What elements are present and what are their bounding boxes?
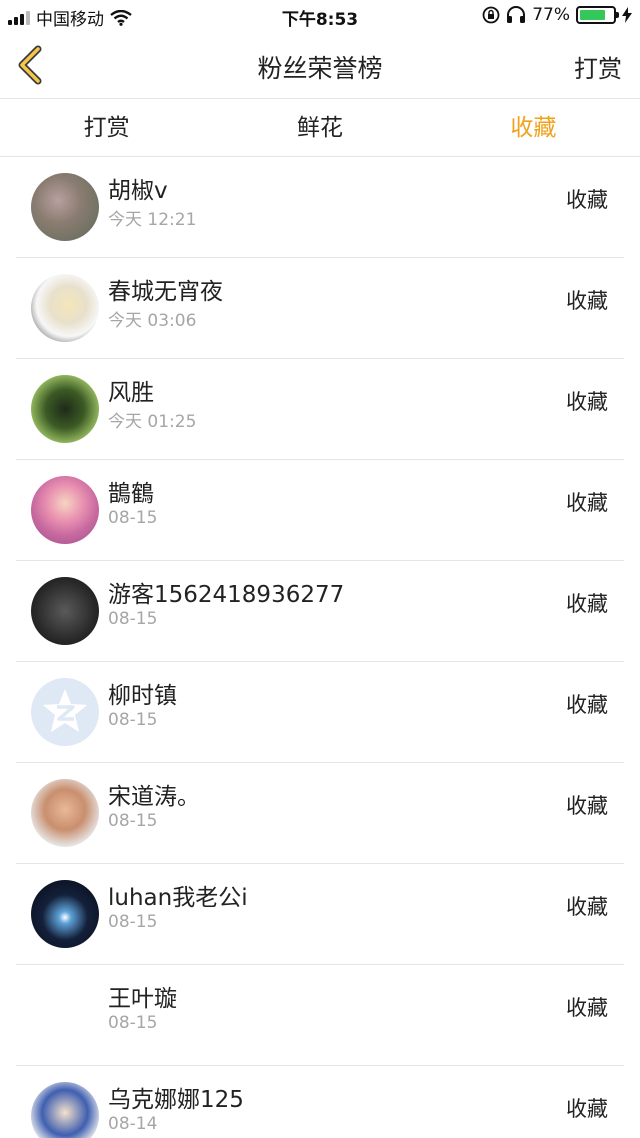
nav-bar: 粉丝荣誉榜 打赏 [0, 33, 640, 99]
timestamp: 今天 12:21 [108, 210, 197, 230]
favorite-label: 收藏 [566, 390, 608, 414]
battery-icon [576, 6, 619, 24]
list-item[interactable]: 柳时镇 08-15 收藏 [16, 662, 624, 763]
avatar[interactable] [31, 577, 99, 645]
list-item[interactable]: 游客1562418936277 08-15 收藏 [16, 561, 624, 662]
list-item[interactable]: 胡椒v 今天 12:21 收藏 [16, 157, 624, 258]
list-item[interactable]: 乌克娜娜125 08-14 收藏 [16, 1066, 624, 1138]
avatar[interactable] [31, 476, 99, 544]
favorite-label: 收藏 [566, 289, 608, 313]
avatar[interactable] [31, 1082, 99, 1138]
avatar[interactable] [31, 375, 99, 443]
user-name: luhan我老公i [108, 885, 248, 911]
list-item[interactable]: 王叶璇 08-15 收藏 [16, 965, 624, 1066]
timestamp: 08-15 [108, 811, 158, 831]
favorite-label: 收藏 [566, 1097, 608, 1121]
headphones-icon [507, 6, 526, 23]
user-name: 乌克娜娜125 [108, 1087, 244, 1113]
avatar[interactable] [31, 981, 99, 1049]
list-item[interactable]: 风胜 今天 01:25 收藏 [16, 359, 624, 460]
timestamp: 今天 03:06 [108, 311, 197, 331]
timestamp: 今天 01:25 [108, 412, 197, 432]
user-name: 柳时镇 [108, 683, 177, 709]
avatar[interactable] [31, 678, 99, 746]
user-name: 鵲鶴 [108, 481, 154, 507]
timestamp: 08-15 [108, 609, 158, 629]
timestamp: 08-15 [108, 1013, 158, 1033]
list-item[interactable]: luhan我老公i 08-15 收藏 [16, 864, 624, 965]
avatar[interactable] [31, 779, 99, 847]
status-right: 77% [482, 5, 632, 25]
avatar[interactable] [31, 173, 99, 241]
favorite-label: 收藏 [566, 996, 608, 1020]
favorite-label: 收藏 [566, 895, 608, 919]
list-item[interactable]: 宋道涛。 08-15 收藏 [16, 763, 624, 864]
list-item[interactable]: 春城无宵夜 今天 03:06 收藏 [16, 258, 624, 359]
favorite-label: 收藏 [566, 693, 608, 717]
timestamp: 08-15 [108, 710, 158, 730]
favorite-label: 收藏 [566, 188, 608, 212]
status-bar: 中国移动 下午8:53 77% [0, 0, 640, 33]
avatar[interactable] [31, 880, 99, 948]
battery-percent: 77% [532, 5, 570, 25]
favorite-label: 收藏 [566, 592, 608, 616]
tab-bar: 打赏 鲜花 收藏 [0, 99, 640, 157]
favorite-label: 收藏 [566, 794, 608, 818]
list-item[interactable]: 鵲鶴 08-15 收藏 [16, 460, 624, 561]
fan-list: 胡椒v 今天 12:21 收藏 春城无宵夜 今天 03:06 收藏 风胜 今天 … [0, 157, 640, 1138]
user-name: 风胜 [108, 380, 154, 406]
tab-favorites[interactable]: 收藏 [427, 99, 640, 156]
default-avatar-icon [43, 689, 87, 732]
reward-button[interactable]: 打赏 [574, 49, 622, 84]
tab-reward[interactable]: 打赏 [0, 99, 213, 156]
user-name: 宋道涛。 [108, 784, 200, 810]
avatar[interactable] [31, 274, 99, 342]
orientation-lock-icon [482, 6, 500, 24]
page-title: 粉丝荣誉榜 [257, 54, 383, 83]
tab-flowers[interactable]: 鲜花 [213, 99, 426, 156]
timestamp: 08-14 [108, 1114, 158, 1134]
favorite-label: 收藏 [566, 491, 608, 515]
timestamp: 08-15 [108, 508, 158, 528]
user-name: 游客1562418936277 [108, 582, 345, 608]
user-name: 春城无宵夜 [108, 279, 223, 305]
charging-bolt-icon [622, 7, 632, 23]
user-name: 胡椒v [108, 178, 168, 204]
user-name: 王叶璇 [108, 986, 177, 1012]
timestamp: 08-15 [108, 912, 158, 932]
